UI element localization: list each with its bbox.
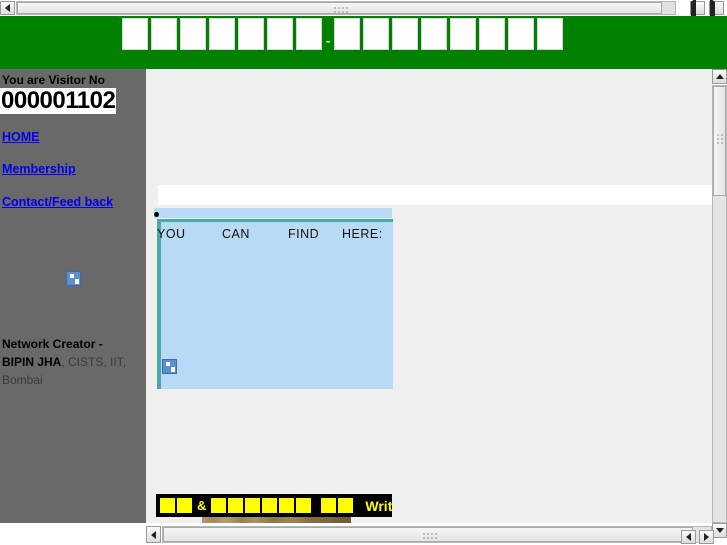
banner-letter-placeholder (479, 18, 506, 50)
inner-scrollbar-thumb[interactable] (163, 527, 693, 542)
outer-scroll-left-button[interactable] (681, 530, 696, 544)
visitor-counter-value: 000001102 (0, 87, 117, 114)
banner-letter-placeholder (151, 18, 177, 50)
content-top-band (154, 208, 392, 218)
main-content-frame: YOU CAN FIND HERE: & Write to (146, 69, 712, 523)
find-here-word-4: HERE: (342, 227, 383, 241)
banner-letter-placeholder (267, 18, 293, 50)
outer-scroll-right-button[interactable] (699, 530, 714, 544)
banner-letter-placeholder (363, 18, 390, 50)
inner-horizontal-scrollbar[interactable] (146, 523, 712, 545)
bottom-left-filler (0, 523, 146, 545)
bar-ampersand: & (197, 498, 207, 513)
scroll-up-button[interactable] (712, 69, 727, 84)
find-here-word-2: CAN (222, 227, 250, 241)
scroll-right-button[interactable] (709, 0, 724, 23)
bar-letter-placeholder (262, 498, 278, 513)
network-creator-credit: Network Creator - BIPIN JHA, CISTS, IIT,… (2, 335, 142, 389)
content-white-strip (158, 185, 712, 205)
find-here-word-3: FIND (288, 227, 320, 241)
bar-letter-placeholder (228, 498, 244, 513)
left-sidebar: You are Visitor No 000001102 HOME Member… (0, 69, 146, 523)
chevron-right-icon (704, 533, 709, 541)
bar-letter-placeholder (211, 498, 227, 513)
scroll-down-button[interactable] (712, 523, 727, 538)
chevron-left-icon (686, 533, 691, 541)
banner-separator: - (326, 33, 331, 48)
creator-location: Bombai (2, 373, 43, 387)
creator-prefix: Network Creator - (2, 337, 103, 351)
find-here-panel (157, 219, 393, 389)
banner-letter-placeholder (450, 18, 477, 50)
browser-viewport: - You are Visitor No 000001102 HOME Memb… (0, 0, 727, 545)
banner-letter-placeholder (392, 18, 419, 50)
scrollbar-grip (716, 133, 726, 145)
chevron-left-icon (5, 4, 10, 12)
sidebar-item-home[interactable]: HOME (2, 130, 146, 144)
outer-vertical-scrollbar[interactable] (712, 69, 727, 523)
banner-letter-placeholder (122, 18, 148, 50)
scrollbar-grip (333, 6, 349, 14)
outer-horizontal-scrollbar[interactable] (0, 0, 727, 23)
banner-letter-placeholder (209, 18, 235, 50)
bar-letter-placeholder (177, 498, 192, 513)
chevron-down-icon (715, 528, 724, 533)
find-here-heading: YOU CAN FIND HERE: (157, 227, 397, 241)
banner-letter-placeholder (334, 18, 361, 50)
visitor-counter-label: You are Visitor No (2, 73, 105, 87)
broken-image-icon[interactable] (162, 359, 177, 374)
bottom-action-bar: & Write to (156, 494, 392, 517)
banner-letter-placeholder (238, 18, 264, 50)
corner-filler (712, 538, 727, 545)
creator-affiliation: , CISTS, IIT, (61, 355, 127, 369)
vscrollbar-thumb[interactable] (713, 86, 726, 196)
banner-title-images: - (122, 18, 564, 50)
bar-letter-placeholder (160, 498, 175, 513)
scroll-left-button-2[interactable] (689, 0, 705, 23)
sidebar-image-slot (0, 271, 146, 291)
inner-scroll-left-button[interactable] (146, 526, 161, 543)
bar-letter-placeholder (296, 498, 312, 513)
find-here-word-1: YOU (157, 227, 186, 241)
page-banner: - (0, 16, 727, 69)
sidebar-item-membership[interactable]: Membership (2, 162, 146, 176)
banner-letter-placeholder (421, 18, 448, 50)
scrollbar-grip (422, 532, 438, 540)
banner-letter-placeholder (537, 18, 564, 50)
banner-letter-placeholder (180, 18, 206, 50)
bar-letter-placeholder (279, 498, 295, 513)
banner-letter-placeholder (508, 18, 535, 50)
bar-letter-placeholder (321, 498, 337, 513)
scroll-left-button[interactable] (0, 1, 15, 15)
bar-letter-placeholder (338, 498, 354, 513)
broken-image-icon[interactable] (65, 271, 81, 286)
creator-name: BIPIN JHA (2, 355, 62, 369)
bar-letter-placeholder (245, 498, 261, 513)
chevron-up-icon (715, 74, 724, 79)
bullet-point-marker (154, 212, 159, 217)
scrollbar-thumb[interactable] (17, 2, 662, 14)
sidebar-item-contact-feedback[interactable]: Contact/Feed back (2, 195, 146, 209)
write-to-link[interactable]: Write to (365, 498, 392, 514)
chevron-left-icon (151, 530, 156, 539)
banner-letter-placeholder (296, 18, 322, 50)
